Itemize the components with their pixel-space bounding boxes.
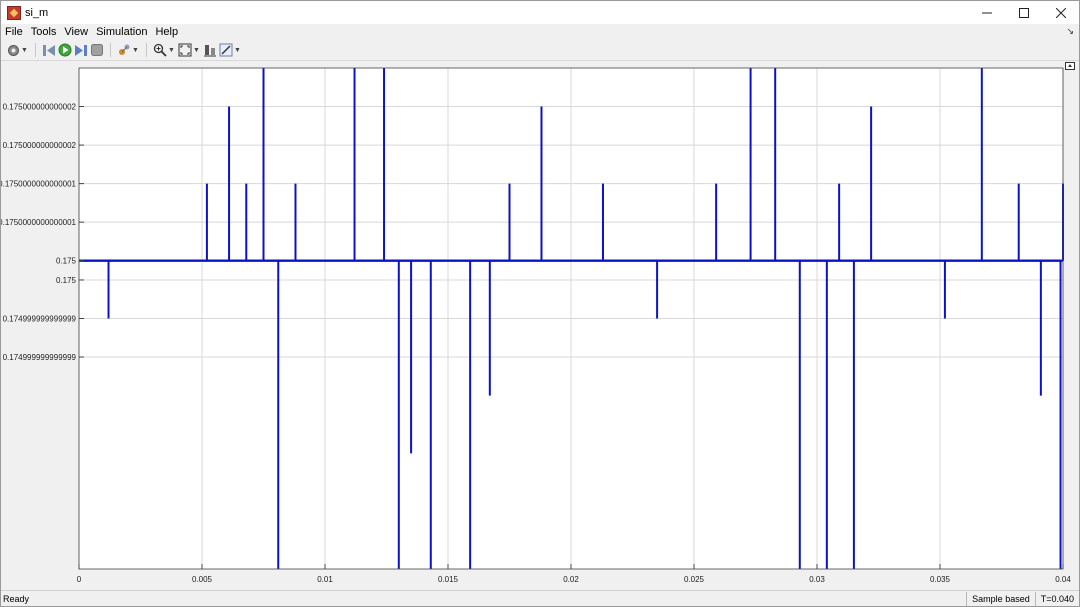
minimize-icon bbox=[981, 12, 992, 13]
step-forward-icon[interactable] bbox=[74, 43, 88, 57]
menu-simulation[interactable]: Simulation bbox=[92, 26, 151, 38]
window-title: si_m bbox=[25, 6, 49, 19]
highlight-icon[interactable] bbox=[117, 43, 131, 57]
fit-icon[interactable] bbox=[178, 43, 192, 57]
settings-icon[interactable] bbox=[6, 43, 20, 57]
step-back-icon[interactable] bbox=[42, 43, 56, 57]
zoom-dropdown-icon[interactable]: ▼ bbox=[168, 47, 175, 54]
x-tick-label: 0.03 bbox=[809, 575, 825, 584]
maximize-button[interactable] bbox=[1005, 1, 1042, 24]
y-tick-label: 0.174999999999999 bbox=[3, 353, 77, 362]
plot-area: 0 0.005 0.01 0.015 0.02 0.025 0.03 0.035 0.04 0.1… bbox=[1, 62, 1079, 589]
settings-dropdown-icon[interactable]: ▼ bbox=[21, 47, 28, 54]
stop-icon[interactable] bbox=[90, 43, 104, 57]
style-icon[interactable] bbox=[219, 43, 233, 57]
close-button[interactable] bbox=[1042, 1, 1079, 24]
x-tick-label: 0.035 bbox=[930, 575, 951, 584]
scale-icon[interactable] bbox=[203, 43, 217, 57]
y-tick-label: 0.175000000000002 bbox=[3, 141, 77, 150]
x-tick-label: 0.015 bbox=[438, 575, 459, 584]
y-tick-label: 0.175 bbox=[56, 257, 77, 266]
menu-file[interactable]: File bbox=[1, 26, 27, 38]
window-controls bbox=[968, 1, 1079, 24]
x-tick-label: 0 bbox=[77, 575, 82, 584]
menu-tools[interactable]: Tools bbox=[27, 26, 61, 38]
menu-view[interactable]: View bbox=[60, 26, 92, 38]
scope-window: si_m File Tools View Simulation Help ↘ ▼ bbox=[0, 0, 1080, 607]
minimize-button[interactable] bbox=[968, 1, 1005, 24]
menu-overflow-icon[interactable]: ↘ bbox=[1066, 26, 1074, 37]
y-tick-label: 0.174999999999999 bbox=[3, 315, 77, 324]
menu-help[interactable]: Help bbox=[151, 26, 182, 38]
status-bar: Ready Sample based T=0.040 bbox=[1, 590, 1079, 606]
status-text: Ready bbox=[3, 593, 30, 604]
simulation-time: T=0.040 bbox=[1034, 591, 1079, 606]
zoom-icon[interactable] bbox=[153, 43, 167, 57]
x-tick-label: 0.04 bbox=[1055, 575, 1071, 584]
maximize-icon bbox=[1018, 7, 1029, 18]
highlight-dropdown-icon[interactable]: ▼ bbox=[132, 47, 139, 54]
toolbar-divider bbox=[146, 43, 147, 57]
title-bar[interactable]: si_m bbox=[1, 1, 1079, 24]
scope-axes[interactable]: 0 0.005 0.01 0.015 0.02 0.025 0.03 0.035 0.04 0.1… bbox=[1, 62, 1079, 589]
close-icon bbox=[1055, 7, 1066, 18]
x-tick-label: 0.01 bbox=[317, 575, 333, 584]
menu-bar: File Tools View Simulation Help ↘ bbox=[1, 24, 1079, 40]
y-tick-label: 0.1750000000000001 bbox=[1, 180, 77, 189]
y-tick-label: 0.175 bbox=[56, 276, 77, 285]
toolbar-divider bbox=[110, 43, 111, 57]
y-tick-label: 0.1750000000000001 bbox=[1, 218, 77, 227]
toolbar: ▼ ▼ ▼ ▼ ▼ bbox=[1, 40, 1079, 61]
x-tick-label: 0.005 bbox=[192, 575, 213, 584]
y-tick-label: 0.175000000000002 bbox=[3, 103, 77, 112]
toolbar-divider bbox=[35, 43, 36, 57]
run-icon[interactable] bbox=[58, 43, 72, 57]
simulink-app-icon bbox=[7, 5, 21, 20]
style-dropdown-icon[interactable]: ▼ bbox=[234, 47, 241, 54]
sample-mode-indicator: Sample based bbox=[966, 591, 1035, 606]
x-tick-label: 0.02 bbox=[563, 575, 579, 584]
fit-dropdown-icon[interactable]: ▼ bbox=[193, 47, 200, 54]
x-tick-label: 0.025 bbox=[684, 575, 705, 584]
